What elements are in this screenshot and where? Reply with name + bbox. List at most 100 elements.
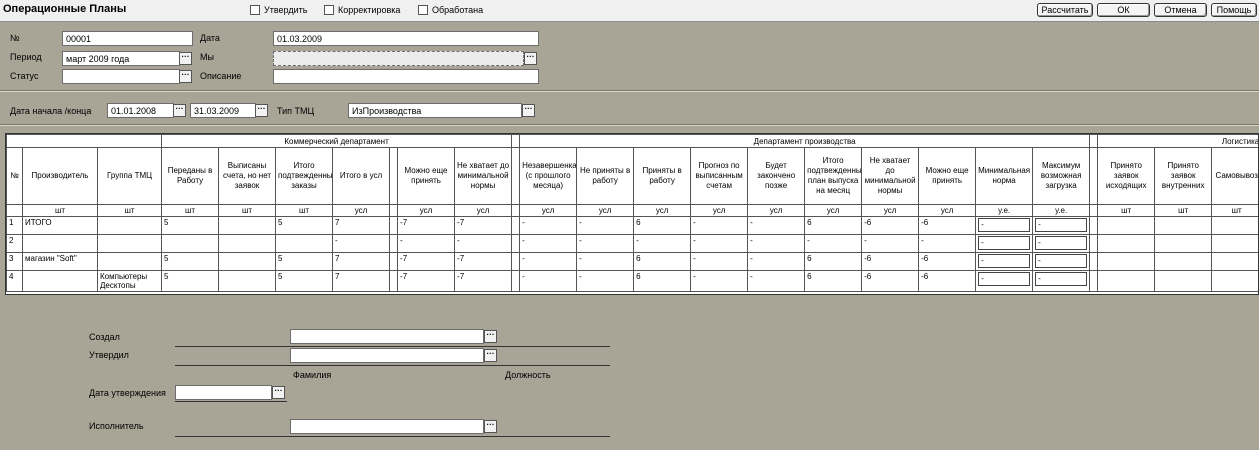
unit-cell: у.е. bbox=[975, 204, 1034, 217]
period-field[interactable]: март 2009 года bbox=[62, 51, 180, 66]
table-cell: - bbox=[397, 234, 456, 253]
table-cell: -7 bbox=[454, 270, 513, 292]
tmc-type-select-icon[interactable]: ··· bbox=[522, 104, 535, 117]
table-cell-input[interactable]: - bbox=[1035, 272, 1088, 286]
checkbox-box[interactable] bbox=[250, 5, 260, 15]
table-cell: - bbox=[690, 234, 749, 253]
unit-cell: у.е. bbox=[1032, 204, 1091, 217]
table-cell bbox=[1097, 234, 1156, 253]
table-body: 1 ИТОГО 5 5 7 -7 -7- -6- -6 -6 -6- -2- - - - - - - - - - - - -3… bbox=[6, 216, 1258, 292]
table-cell: - bbox=[576, 234, 635, 253]
table-cell bbox=[96, 252, 163, 271]
table-cell: - bbox=[747, 234, 806, 253]
table-cell: -6 bbox=[918, 216, 977, 235]
status-field[interactable] bbox=[62, 69, 180, 84]
table-cell: -7 bbox=[397, 216, 456, 235]
calendar-icon[interactable]: ··· bbox=[255, 104, 268, 117]
divider bbox=[0, 124, 1259, 126]
date-end-field[interactable]: 31.03.2009 bbox=[190, 103, 256, 118]
checkbox-box[interactable] bbox=[324, 5, 334, 15]
date-field[interactable]: 01.03.2009 bbox=[273, 31, 539, 46]
we-select-icon[interactable]: ··· bbox=[524, 52, 537, 65]
group-header-row: Коммерческий департамент Департамент про… bbox=[6, 134, 1258, 148]
column-header: Принято заявок исходящих bbox=[1097, 147, 1156, 205]
we-field[interactable] bbox=[273, 51, 524, 66]
column-header: Приняты в работу bbox=[633, 147, 692, 205]
tmc-type-field[interactable]: ИзПроизводства bbox=[348, 103, 522, 118]
table-cell: - bbox=[747, 216, 806, 235]
column-header: Производитель bbox=[22, 147, 98, 205]
number-label: № bbox=[10, 33, 20, 43]
approved-field[interactable] bbox=[290, 348, 484, 363]
table-cell: - bbox=[918, 234, 977, 253]
table-cell bbox=[1089, 252, 1099, 271]
table-cell: - bbox=[1032, 270, 1091, 292]
table-cell: - bbox=[519, 252, 578, 271]
table-cell: 3 bbox=[6, 252, 23, 271]
table-cell: 5 bbox=[161, 252, 220, 271]
table-cell-input[interactable]: - bbox=[978, 272, 1031, 286]
created-field[interactable] bbox=[290, 329, 484, 344]
column-header: Максимум возможная загрузка bbox=[1032, 147, 1091, 205]
calendar-icon[interactable]: ··· bbox=[173, 104, 186, 117]
table-cell bbox=[22, 270, 98, 292]
table-cell: 5 bbox=[161, 216, 220, 235]
cancel-button[interactable]: Отмена bbox=[1154, 3, 1207, 17]
tmc-type-label: Тип ТМЦ bbox=[277, 106, 315, 116]
unit-cell: усл bbox=[918, 204, 977, 217]
table-row[interactable]: 2------------- bbox=[6, 234, 1258, 253]
executor-field[interactable] bbox=[290, 419, 484, 434]
created-select-icon[interactable]: ··· bbox=[484, 330, 497, 343]
status-select-icon[interactable]: ··· bbox=[179, 70, 192, 83]
ok-button[interactable]: ОК bbox=[1097, 3, 1150, 17]
table-cell-input[interactable]: - bbox=[978, 218, 1031, 232]
table-cell: - bbox=[454, 234, 513, 253]
processed-checkbox[interactable]: Обработана bbox=[418, 5, 483, 15]
column-header bbox=[1089, 147, 1099, 205]
table-cell bbox=[96, 216, 163, 235]
created-label: Создал bbox=[89, 332, 120, 342]
column-header bbox=[511, 147, 521, 205]
table-cell bbox=[389, 234, 399, 253]
table-cell-input[interactable]: - bbox=[1035, 236, 1088, 250]
table-cell: -7 bbox=[397, 270, 456, 292]
approval-date-field[interactable] bbox=[175, 385, 272, 400]
description-field[interactable] bbox=[273, 69, 539, 84]
table-row[interactable]: 4 Компьютеры Десктопы 5 5 7 -7 -7- -6- -6 -6 -6- - bbox=[6, 270, 1258, 292]
status-label: Статус bbox=[10, 71, 39, 81]
column-header: Будет закончено позже bbox=[747, 147, 806, 205]
checkbox-box[interactable] bbox=[418, 5, 428, 15]
table-cell bbox=[275, 234, 334, 253]
number-field[interactable]: 00001 bbox=[62, 31, 193, 46]
table-row[interactable]: 1 ИТОГО 5 5 7 -7 -7- -6- -6 -6 -6- - bbox=[6, 216, 1258, 235]
table-cell: - bbox=[519, 234, 578, 253]
approved-select-icon[interactable]: ··· bbox=[484, 349, 497, 362]
column-header: Незавершенка (с прошлого месяца) bbox=[519, 147, 578, 205]
correction-checkbox[interactable]: Корректировка bbox=[324, 5, 400, 15]
period-select-icon[interactable]: ··· bbox=[179, 52, 192, 65]
unit-cell: шт bbox=[1097, 204, 1156, 217]
table-cell-input[interactable]: - bbox=[1035, 254, 1088, 268]
table-cell: - bbox=[690, 270, 749, 292]
unit-cell bbox=[6, 204, 23, 217]
unit-cell: шт bbox=[22, 204, 98, 217]
table-cell-input[interactable]: - bbox=[978, 236, 1031, 250]
table-cell: - bbox=[576, 252, 635, 271]
divider bbox=[175, 436, 610, 437]
table-row[interactable]: 3 магазин "Soft" 5 5 7 -7 -7- -6- -6 -6 -6- - bbox=[6, 252, 1258, 271]
divider bbox=[175, 365, 610, 366]
description-label: Описание bbox=[200, 71, 242, 81]
approval-date-label: Дата утверждения bbox=[89, 388, 166, 398]
calculate-button[interactable]: Рассчитать bbox=[1037, 3, 1093, 17]
table-cell-input[interactable]: - bbox=[1035, 218, 1088, 232]
unit-cell: шт bbox=[275, 204, 334, 217]
column-header: Итого подтвежденные заказы bbox=[275, 147, 334, 205]
calendar-icon[interactable]: ··· bbox=[272, 386, 285, 399]
approve-checkbox[interactable]: Утвердить bbox=[250, 5, 307, 15]
table-cell-input[interactable]: - bbox=[978, 254, 1031, 268]
table-cell: 5 bbox=[275, 270, 334, 292]
help-button[interactable]: Помощь bbox=[1211, 3, 1257, 17]
executor-select-icon[interactable]: ··· bbox=[484, 420, 497, 433]
date-start-field[interactable]: 01.01.2008 bbox=[107, 103, 174, 118]
date-range-label: Дата начала /конца bbox=[10, 106, 92, 116]
